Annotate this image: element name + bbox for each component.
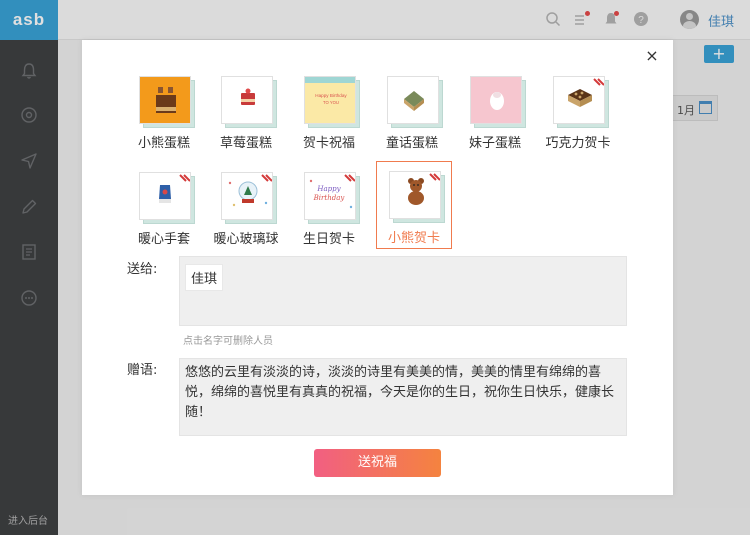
card-thumbnail: Happy Birthday bbox=[304, 172, 360, 224]
message-label: 赠语: bbox=[127, 363, 158, 378]
cake-icon bbox=[241, 88, 255, 105]
svg-text:Birthday: Birthday bbox=[313, 194, 346, 202]
card-girl-cake[interactable]: 妹子蛋糕 bbox=[457, 66, 533, 154]
recipients-field[interactable]: 佳琪 bbox=[179, 256, 627, 326]
gift-card-dialog: × 小熊蛋糕 草莓蛋糕 Happy Birthday TO YOU 贺卡祝福 童… bbox=[82, 40, 673, 495]
card-label: 童话蛋糕 bbox=[385, 136, 438, 151]
card-label: 小熊蛋糕 bbox=[137, 136, 190, 151]
card-snowglobe[interactable]: 暖心玻璃球 bbox=[208, 162, 284, 250]
card-label: 生日贺卡 bbox=[302, 232, 355, 247]
send-wishes-button[interactable]: 送祝福 bbox=[314, 449, 441, 477]
card-label: 暖心手套 bbox=[137, 232, 190, 247]
message-textarea[interactable]: 悠悠的云里有淡淡的诗，淡淡的诗里有美美的情，美美的情里有绵绵的喜悦，绵绵的喜悦里… bbox=[179, 358, 627, 436]
card-thumbnail bbox=[139, 172, 195, 224]
greeting-card-art: Happy Birthday TO YOU bbox=[305, 77, 355, 105]
card-thumbnail bbox=[553, 76, 609, 128]
card-thumbnail bbox=[139, 76, 195, 128]
card-thumbnail bbox=[387, 76, 443, 128]
card-thumbnail bbox=[221, 76, 277, 128]
card-label: 小熊贺卡 bbox=[387, 231, 440, 246]
card-strawberry-cake[interactable]: 草莓蛋糕 bbox=[208, 66, 284, 154]
birthday-card-art: HappyBirthday bbox=[309, 174, 355, 209]
card-chocolate[interactable]: 巧克力贺卡 bbox=[540, 66, 616, 154]
svg-text:Happy Birthday: Happy Birthday bbox=[315, 93, 347, 98]
chocolate-icon bbox=[568, 78, 604, 107]
close-button[interactable]: × bbox=[645, 48, 659, 64]
card-label: 草莓蛋糕 bbox=[219, 136, 272, 151]
cake-icon bbox=[490, 92, 504, 110]
svg-text:Happy: Happy bbox=[316, 185, 341, 193]
card-label: 妹子蛋糕 bbox=[468, 136, 521, 151]
card-thumbnail bbox=[221, 172, 277, 224]
card-thumbnail: Happy Birthday TO YOU bbox=[304, 76, 360, 128]
to-label: 送给: bbox=[127, 262, 158, 277]
card-label: 暖心玻璃球 bbox=[213, 232, 279, 247]
recipients-hint: 点击名字可删除人员 bbox=[183, 336, 273, 347]
card-fairy-cake[interactable]: 童话蛋糕 bbox=[374, 66, 450, 154]
svg-text:TO YOU: TO YOU bbox=[323, 100, 339, 105]
card-greeting[interactable]: Happy Birthday TO YOU 贺卡祝福 bbox=[291, 66, 367, 154]
card-thumbnail bbox=[470, 76, 526, 128]
card-label: 贺卡祝福 bbox=[302, 136, 355, 151]
card-label: 巧克力贺卡 bbox=[545, 136, 611, 151]
snowglobe-icon bbox=[228, 174, 272, 207]
glove-icon bbox=[159, 174, 190, 203]
recipient-chip[interactable]: 佳琪 bbox=[185, 264, 224, 291]
card-birthday[interactable]: Happy Birthday 生日贺卡 bbox=[291, 162, 367, 250]
cake-icon bbox=[404, 91, 424, 111]
card-bear-card[interactable]: 小熊贺卡 bbox=[376, 161, 452, 249]
card-thumbnail bbox=[389, 171, 445, 223]
teddy-bear-icon bbox=[408, 173, 440, 205]
card-glove[interactable]: 暖心手套 bbox=[126, 162, 202, 250]
card-bear-cake[interactable]: 小熊蛋糕 bbox=[126, 66, 202, 154]
cake-icon bbox=[156, 87, 176, 113]
